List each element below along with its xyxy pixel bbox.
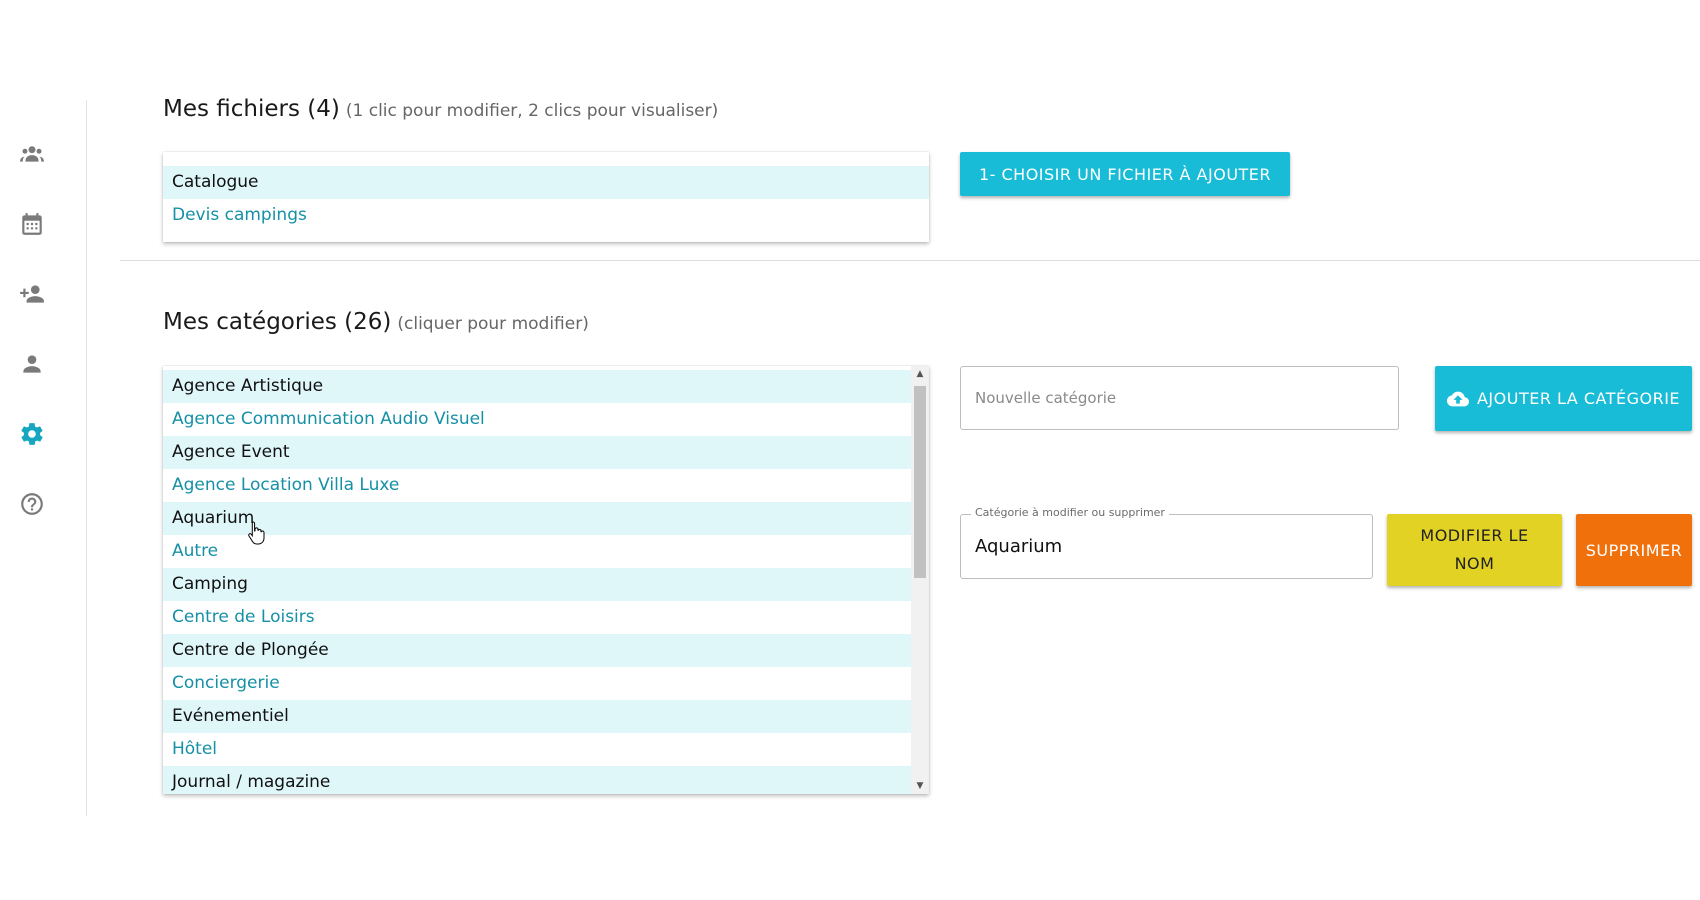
categories-scrollbar[interactable]: ▲ ▼ — [911, 366, 929, 794]
choose-file-button[interactable]: 1- Choisir un fichier à ajouter — [960, 152, 1290, 196]
hand-cursor-icon — [248, 521, 265, 545]
settings-icon[interactable] — [18, 420, 46, 448]
category-item[interactable]: Hôtel — [163, 733, 911, 766]
sidebar — [0, 100, 87, 816]
category-item[interactable]: Agence Event — [163, 436, 911, 469]
files-list: Catalogue Devis campings — [163, 152, 929, 242]
category-item[interactable]: Centre de Plongée — [163, 634, 911, 667]
categories-list: Agence Artistique Agence Communication A… — [163, 366, 929, 794]
edit-category-label: Catégorie à modifier ou supprimer — [971, 506, 1169, 519]
section-divider — [120, 260, 1700, 261]
scroll-down-arrow-icon[interactable]: ▼ — [911, 778, 929, 794]
scroll-up-arrow-icon[interactable]: ▲ — [911, 366, 929, 382]
category-item[interactable]: Journal / magazine — [163, 766, 911, 794]
category-item[interactable]: Agence Artistique — [163, 370, 911, 403]
category-item[interactable]: Evénementiel — [163, 700, 911, 733]
scroll-thumb[interactable] — [914, 386, 926, 578]
categories-hint: (cliquer pour modifier) — [397, 314, 589, 334]
edit-category-field[interactable]: Catégorie à modifier ou supprimer — [960, 506, 1373, 579]
file-item[interactable]: Devis campings — [163, 199, 929, 232]
categories-title: Mes catégories (26) — [163, 309, 392, 335]
category-item[interactable]: Conciergerie — [163, 667, 911, 700]
person-icon[interactable] — [18, 350, 46, 378]
file-item[interactable]: Catalogue — [163, 166, 929, 199]
category-item[interactable]: Camping — [163, 568, 911, 601]
edit-category-input[interactable] — [961, 515, 1372, 578]
files-section-title: Mes fichiers (4) (1 clic pour modifier, 2… — [163, 96, 718, 122]
delete-category-button[interactable]: Supprimer — [1576, 514, 1692, 586]
categories-section-title: Mes catégories (26) (cliquer pour modifie… — [163, 309, 589, 335]
help-icon[interactable] — [18, 490, 46, 518]
category-item[interactable]: Autre — [163, 535, 911, 568]
category-item[interactable]: Centre de Loisirs — [163, 601, 911, 634]
files-title: Mes fichiers (4) — [163, 96, 340, 122]
category-item[interactable]: Agence Location Villa Luxe — [163, 469, 911, 502]
files-hint: (1 clic pour modifier, 2 clics pour visu… — [345, 101, 719, 121]
calendar-icon[interactable] — [18, 210, 46, 238]
rename-category-button[interactable]: Modifier le nom — [1387, 514, 1562, 586]
new-category-field[interactable] — [960, 366, 1399, 430]
groups-icon[interactable] — [18, 140, 46, 168]
add-category-label: Ajouter la catégorie — [1476, 389, 1681, 408]
new-category-input[interactable] — [961, 367, 1398, 429]
cloud-upload-icon — [1446, 391, 1469, 406]
category-item[interactable]: Agence Communication Audio Visuel — [163, 403, 911, 436]
add-category-button[interactable]: Ajouter la catégorie — [1435, 366, 1692, 431]
category-item[interactable]: Aquarium — [163, 502, 911, 535]
add-person-icon[interactable] — [18, 280, 46, 308]
